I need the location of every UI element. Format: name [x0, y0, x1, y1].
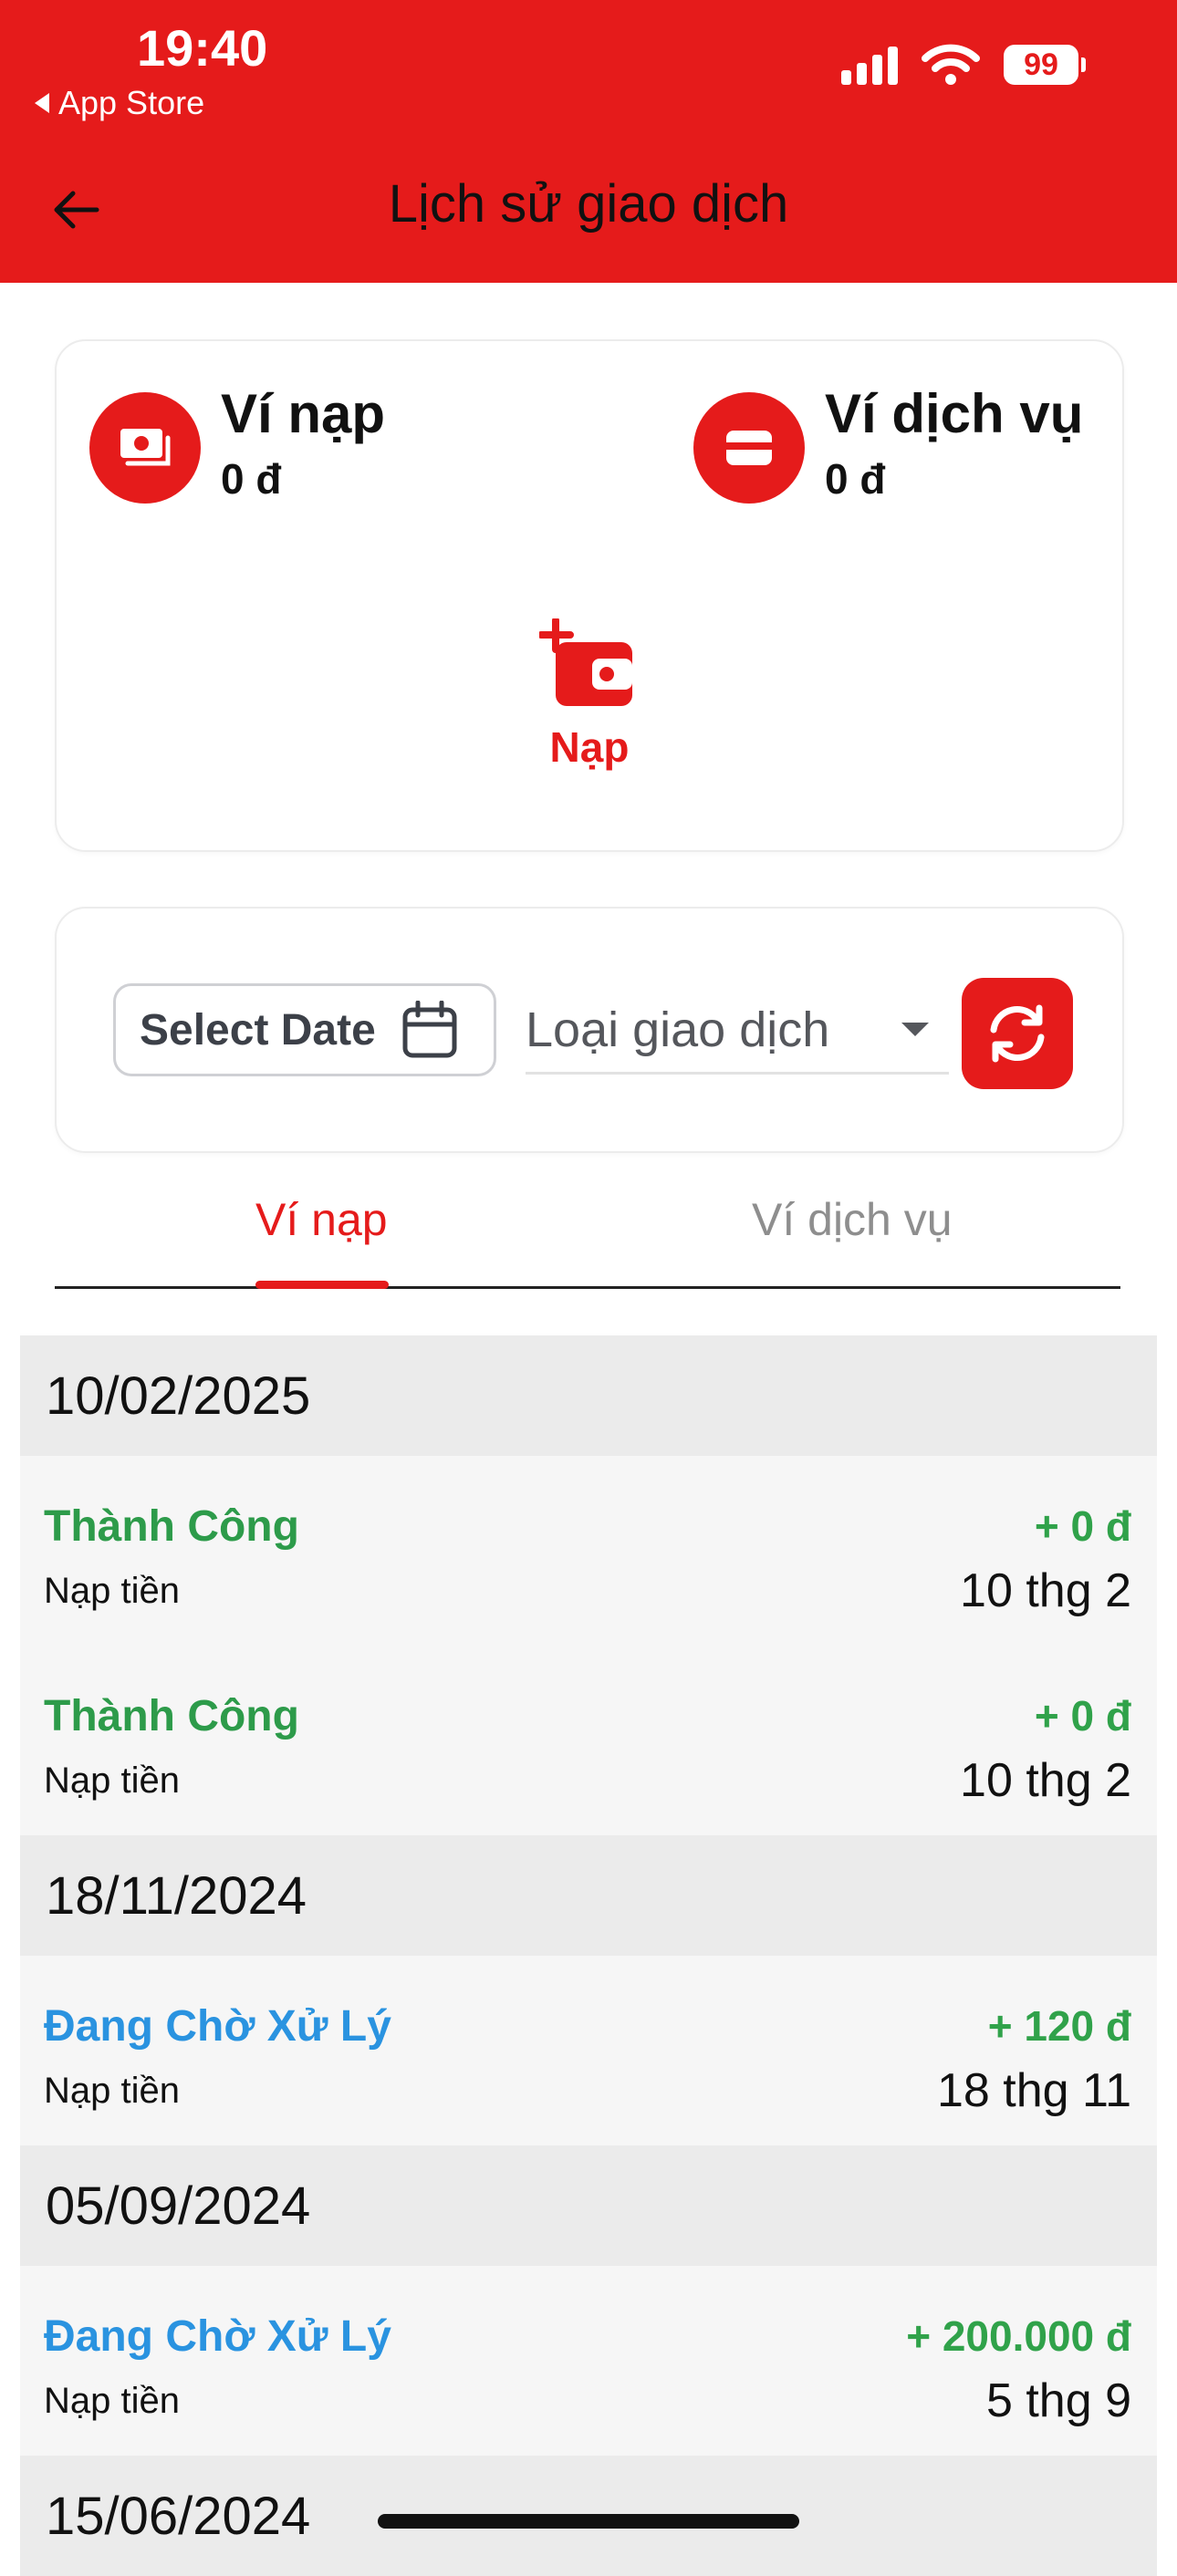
transaction-amount: + 200.000 đ	[906, 2312, 1131, 2360]
transaction-type: Nạp tiền	[44, 1761, 180, 1801]
transaction-date: 10 thg 2	[960, 1564, 1131, 1617]
select-date-button[interactable]: Select Date	[113, 983, 496, 1076]
refresh-button[interactable]	[962, 978, 1073, 1089]
refresh-icon	[990, 1004, 1045, 1063]
transaction-amount: + 0 đ	[1034, 1692, 1131, 1740]
wallet-name: Ví dịch vụ	[825, 383, 1084, 444]
transaction-date: 10 thg 2	[960, 1754, 1131, 1807]
back-to-app-store[interactable]: App Store	[35, 84, 204, 122]
wallet-amount: 0 đ	[825, 455, 886, 503]
wallet-topup: Ví nạp 0 đ	[89, 381, 385, 504]
active-tab-indicator	[255, 1281, 389, 1289]
transaction-date: 5 thg 9	[985, 2374, 1131, 2427]
transaction-type-select[interactable]: Loại giao dịch	[526, 987, 949, 1075]
status-icons: 99	[841, 44, 1086, 86]
transaction-status: Thành Công	[44, 1502, 299, 1551]
wifi-icon	[922, 44, 980, 85]
date-group-header: 05/09/2024	[20, 2145, 1157, 2266]
back-app-label: App Store	[58, 84, 205, 121]
transaction-row[interactable]: Đang Chờ Xử Lý Nạp tiền + 120 đ 18 thg 1…	[20, 1956, 1157, 2145]
transaction-list: 10/02/2025 Thành Công Nạp tiền + 0 đ 10 …	[20, 1335, 1157, 2576]
transaction-date: 18 thg 11	[936, 2064, 1131, 2117]
transaction-row[interactable]: Thành Công Nạp tiền + 0 đ 10 thg 2	[20, 1456, 1157, 1646]
transaction-status: Thành Công	[44, 1692, 299, 1740]
transaction-type: Nạp tiền	[44, 2071, 180, 2111]
transaction-amount: + 120 đ	[987, 2002, 1131, 2050]
cellular-signal-icon	[841, 45, 898, 85]
date-group-header: 18/11/2024	[20, 1835, 1157, 1956]
transaction-amount: + 0 đ	[1034, 1502, 1131, 1550]
status-time: 19:40	[137, 19, 268, 77]
topup-label: Nạp	[549, 723, 630, 771]
transaction-row[interactable]: Thành Công Nạp tiền + 0 đ 10 thg 2	[20, 1646, 1157, 1835]
wallet-service: Ví dịch vụ 0 đ	[693, 381, 1083, 504]
transaction-type-label: Loại giao dịch	[526, 1002, 830, 1057]
wallet-name: Ví nạp	[221, 383, 386, 444]
header-bar: 19:40 App Store 99 Lịch sử giao dịch	[0, 0, 1177, 283]
calendar-icon	[402, 1001, 457, 1058]
chevron-down-icon	[901, 1023, 929, 1036]
tab-topup-wallet[interactable]: Ví nạp	[255, 1193, 388, 1246]
tab-service-wallet[interactable]: Ví dịch vụ	[752, 1193, 953, 1246]
home-indicator	[378, 2514, 799, 2529]
topup-button[interactable]: Nạp	[498, 618, 681, 801]
transaction-type: Nạp tiền	[44, 1571, 180, 1611]
filter-card: Select Date Loại giao dịch	[55, 907, 1124, 1153]
page-title: Lịch sử giao dịch	[388, 174, 789, 234]
transaction-status: Đang Chờ Xử Lý	[44, 2312, 391, 2361]
date-group-header: 10/02/2025	[20, 1335, 1157, 1456]
wallet-summary-card: Ví nạp 0 đ Ví dịch vụ 0 đ Nạp	[55, 339, 1124, 852]
select-date-label: Select Date	[140, 1005, 376, 1054]
add-wallet-icon	[539, 618, 632, 706]
transaction-status: Đang Chờ Xử Lý	[44, 2002, 391, 2051]
wallet-amount: 0 đ	[221, 455, 282, 503]
money-icon	[89, 392, 201, 504]
wallet-tabs: Ví nạp Ví dịch vụ	[55, 1175, 1120, 1289]
transaction-type: Nạp tiền	[44, 2381, 180, 2421]
card-icon	[693, 392, 805, 504]
battery-icon: 99	[1004, 45, 1086, 85]
back-triangle-icon	[35, 93, 49, 113]
transaction-row[interactable]: Đang Chờ Xử Lý Nạp tiền + 200.000 đ 5 th…	[20, 2266, 1157, 2456]
battery-level: 99	[1004, 45, 1078, 85]
